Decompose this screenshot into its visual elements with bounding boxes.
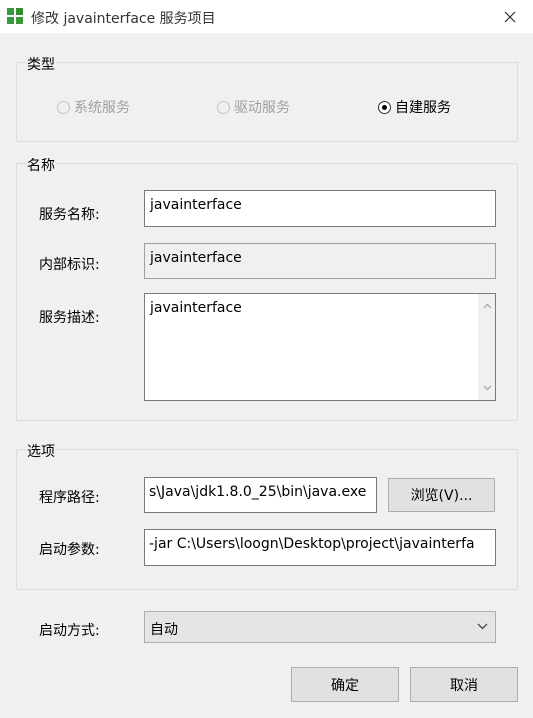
radio-system-service-label: 系统服务	[74, 100, 130, 116]
service-name-input[interactable]: javainterface	[144, 190, 496, 227]
description-scrollbar[interactable]	[478, 294, 495, 400]
internal-id-field: javainterface	[144, 243, 496, 279]
radio-custom-service[interactable]: 自建服务	[378, 97, 451, 117]
program-path-label: 程序路径:	[39, 490, 100, 506]
program-path-input[interactable]: s\Java\jdk1.8.0_25\bin\java.exe	[144, 477, 377, 513]
radio-custom-service-label: 自建服务	[395, 100, 451, 116]
type-group-legend: 类型	[26, 54, 56, 74]
description-label: 服务描述:	[39, 310, 100, 326]
window-title: 修改 javainterface 服务项目	[31, 11, 216, 27]
startup-mode-label: 启动方式:	[39, 623, 100, 639]
cancel-button[interactable]: 取消	[410, 667, 518, 702]
scroll-down-icon[interactable]	[483, 383, 492, 392]
radio-driver-service-indicator	[217, 100, 230, 114]
startup-mode-dropdown[interactable]: 自动	[144, 611, 496, 643]
ok-button[interactable]: 确定	[291, 667, 399, 702]
close-button[interactable]	[487, 0, 533, 33]
radio-driver-service[interactable]: 驱动服务	[217, 97, 290, 117]
app-icon	[7, 8, 23, 24]
internal-id-label: 内部标识:	[39, 257, 100, 273]
radio-system-service-indicator	[57, 100, 70, 114]
options-group-legend: 选项	[26, 441, 56, 461]
browse-button[interactable]: 浏览(V)...	[388, 478, 495, 512]
description-text: javainterface	[150, 300, 242, 316]
start-params-input[interactable]: -jar C:\Users\loogn\Desktop\project\java…	[144, 529, 496, 566]
scroll-up-icon[interactable]	[483, 302, 492, 311]
close-icon	[504, 11, 516, 22]
name-group-legend: 名称	[26, 155, 56, 175]
start-params-label: 启动参数:	[39, 542, 100, 558]
description-textarea[interactable]: javainterface	[144, 293, 496, 401]
chevron-down-icon	[477, 623, 488, 630]
service-name-label: 服务名称:	[39, 207, 100, 223]
options-group	[16, 449, 518, 590]
radio-driver-service-label: 驱动服务	[234, 100, 290, 116]
radio-custom-service-indicator	[378, 100, 391, 114]
startup-mode-value: 自动	[150, 622, 178, 638]
radio-system-service[interactable]: 系统服务	[57, 97, 130, 117]
title-bar: 修改 javainterface 服务项目	[0, 0, 533, 33]
